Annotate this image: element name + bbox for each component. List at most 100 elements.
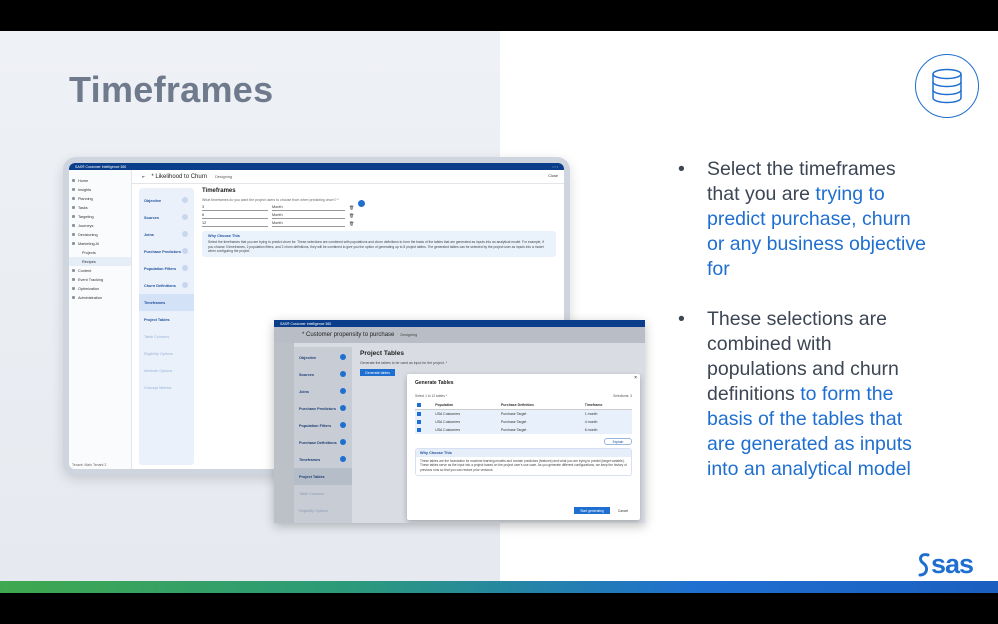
timeframe-unit-select[interactable]: Month bbox=[272, 205, 345, 211]
nav-item[interactable]: Event Tracking bbox=[69, 275, 131, 284]
wizard-step[interactable]: Objective bbox=[139, 192, 194, 209]
tables-grid: Population Purchase Definition Timeframe U… bbox=[415, 401, 632, 434]
timeframe-rows: 3 Month 🗑 6 Month 🗑 12 Month 🗑 bbox=[202, 205, 552, 227]
nav-item[interactable]: Optimization bbox=[69, 284, 131, 293]
timeframe-number-input[interactable]: 12 bbox=[202, 221, 268, 227]
wizard-step[interactable]: Population Filters bbox=[294, 417, 352, 434]
nav-item[interactable]: Tasks bbox=[69, 203, 131, 212]
table-cell: Purchase Target bbox=[498, 409, 583, 418]
trash-icon[interactable]: 🗑 bbox=[349, 205, 354, 211]
wizard-steps: Objective Sources Joins Purchase Predictors… bbox=[294, 347, 352, 523]
topbar-icons: ▫ ▫ ▫ bbox=[552, 164, 558, 169]
back-icon[interactable]: ⇤ bbox=[142, 174, 145, 179]
nav-item[interactable]: Home bbox=[69, 176, 131, 185]
app-topbar: SAS® Customer Intelligence 360 bbox=[274, 320, 645, 327]
wizard-step[interactable]: Purchase Definitions bbox=[294, 434, 352, 451]
step-label: Concept Metrics bbox=[144, 385, 172, 390]
check-icon bbox=[182, 197, 188, 203]
nav-sidebar: Home Insights Planning Tasks Targeting Journe… bbox=[69, 170, 132, 469]
table-row[interactable]: USA Customers Purchase Target 6 month bbox=[415, 426, 632, 434]
project-header: ⇤ * Likelihood to Churn Designing Close bbox=[132, 170, 564, 184]
project-name: * Likelihood to Churn bbox=[151, 173, 208, 180]
nav-item[interactable]: Targeting bbox=[69, 212, 131, 221]
wizard-step[interactable]: Project Tables bbox=[139, 311, 194, 328]
table-cell: 4 month bbox=[582, 418, 632, 426]
wizard-step[interactable]: Objective bbox=[294, 349, 352, 366]
table-row[interactable]: USA Customers Purchase Target 4 month bbox=[415, 418, 632, 426]
nav-item[interactable]: Insights bbox=[69, 185, 131, 194]
row-checkbox[interactable] bbox=[417, 427, 421, 432]
check-icon bbox=[182, 282, 188, 288]
table-row[interactable]: USA Customers Purchase Target 1 month bbox=[415, 409, 632, 418]
add-row-button[interactable] bbox=[358, 200, 365, 207]
wizard-step[interactable]: Sources bbox=[294, 366, 352, 383]
explain-button[interactable]: Explain bbox=[604, 438, 632, 445]
wizard-step[interactable]: Purchase Predictors bbox=[294, 400, 352, 417]
why-body: These tables are the foundation for mach… bbox=[420, 459, 627, 472]
step-label: Table Columns bbox=[299, 491, 325, 496]
wizard-step[interactable]: Churn Definitions bbox=[139, 277, 194, 294]
sas-logo-mark bbox=[918, 552, 930, 576]
select-all-checkbox[interactable] bbox=[417, 402, 421, 407]
timeframe-unit-select[interactable]: Month bbox=[272, 213, 345, 219]
slide: Timeframes SAS® Customer Intelligence 36… bbox=[0, 31, 998, 593]
panel-heading: Timeframes bbox=[202, 188, 236, 194]
wizard-step[interactable]: Table Columns bbox=[294, 485, 352, 502]
wizard-steps: Objective Sources Joins Purchase Predictors… bbox=[139, 188, 194, 465]
nav-item[interactable]: Content bbox=[69, 266, 131, 275]
close-button[interactable]: Close bbox=[548, 174, 558, 178]
bullet-item: These selections are combined with popul… bbox=[678, 307, 928, 482]
row-checkbox[interactable] bbox=[417, 419, 421, 424]
trash-icon[interactable]: 🗑 bbox=[349, 213, 354, 219]
step-label: Sources bbox=[144, 215, 159, 220]
timeframes-question: What timeframes do you want the project … bbox=[202, 198, 339, 202]
check-icon bbox=[182, 214, 188, 220]
app-topbar: SAS® Customer Intelligence 360 ▫ ▫ ▫ bbox=[69, 163, 564, 170]
wizard-step[interactable]: Eligibility Options bbox=[294, 502, 352, 519]
wizard-step[interactable]: Sources bbox=[139, 209, 194, 226]
wizard-step[interactable]: Timeframes bbox=[139, 294, 194, 311]
generate-tables-button[interactable]: Generate tables bbox=[360, 369, 395, 376]
check-icon bbox=[340, 456, 346, 462]
nav-item[interactable]: Recipes bbox=[69, 257, 131, 266]
row-checkbox[interactable] bbox=[417, 411, 421, 416]
timeframe-number-input[interactable]: 6 bbox=[202, 213, 268, 219]
generate-tables-modal: × Generate Tables Select 1 to 12 tables … bbox=[407, 374, 640, 520]
wizard-step[interactable]: Joins bbox=[139, 226, 194, 243]
close-icon[interactable]: × bbox=[634, 375, 637, 381]
wizard-step[interactable]: Joins bbox=[294, 383, 352, 400]
nav-item[interactable]: Projects bbox=[69, 248, 131, 257]
nav-item[interactable]: Journeys bbox=[69, 221, 131, 230]
why-body: Select the timeframes that you are tryin… bbox=[208, 240, 544, 253]
step-label: Eligibility Options bbox=[299, 508, 328, 513]
why-title: Why Choose This bbox=[416, 449, 631, 457]
wizard-step[interactable]: Purchase Predictors bbox=[139, 243, 194, 260]
table-cell: 6 month bbox=[582, 426, 632, 434]
start-generating-button[interactable]: Start generating bbox=[574, 507, 610, 514]
check-icon bbox=[340, 371, 346, 377]
timeframe-number-input[interactable]: 3 bbox=[202, 205, 268, 211]
app-name: SAS® Customer Intelligence 360 bbox=[75, 164, 127, 169]
check-icon bbox=[340, 354, 346, 360]
cancel-button[interactable]: Cancel bbox=[614, 507, 632, 514]
wizard-step[interactable]: Population Filters bbox=[139, 260, 194, 277]
nav-item[interactable]: Planning bbox=[69, 194, 131, 203]
step-label: Timeframes bbox=[299, 457, 321, 462]
step-label: Sources bbox=[299, 372, 314, 377]
check-icon bbox=[340, 422, 346, 428]
wizard-step[interactable]: Project Tables bbox=[294, 468, 352, 485]
nav-item[interactable]: Marketing AI bbox=[69, 239, 131, 248]
wizard-step[interactable]: Attribute Options bbox=[139, 362, 194, 379]
trash-icon[interactable]: 🗑 bbox=[349, 221, 354, 227]
why-title: Why Choose This bbox=[208, 234, 240, 238]
wizard-step[interactable]: Timeframes bbox=[294, 451, 352, 468]
wizard-step[interactable]: Concept Metrics bbox=[139, 379, 194, 396]
column-header: Population bbox=[433, 401, 499, 410]
nav-sidebar bbox=[274, 343, 294, 523]
step-label: Population Filters bbox=[299, 423, 332, 428]
wizard-step[interactable]: Table Columns bbox=[139, 328, 194, 345]
timeframe-unit-select[interactable]: Month bbox=[272, 221, 345, 227]
nav-item[interactable]: Administration bbox=[69, 293, 131, 302]
wizard-step[interactable]: Eligibility Options bbox=[139, 345, 194, 362]
nav-item[interactable]: Decisioning bbox=[69, 230, 131, 239]
